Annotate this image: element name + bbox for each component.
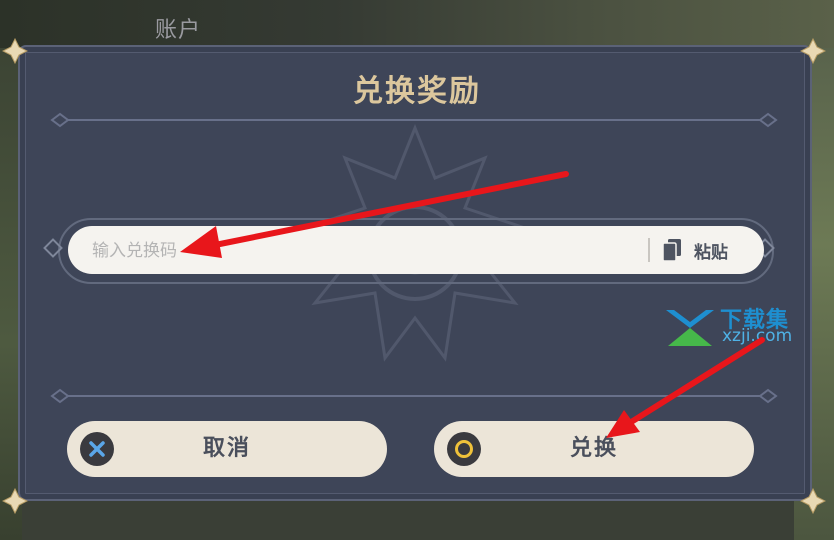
ornament-corner-icon (2, 38, 28, 64)
cancel-button[interactable]: 取消 (67, 421, 387, 477)
account-tab-label: 账户 (155, 18, 202, 43)
dialog-title: 兑换奖励 (353, 74, 481, 109)
clipboard-icon (662, 238, 682, 262)
code-input-container: 粘贴 (68, 226, 764, 274)
ornament-corner-icon (800, 488, 826, 514)
watermark-en: xzji.com (722, 326, 793, 346)
game-background-top (0, 0, 834, 48)
input-separator (648, 238, 650, 262)
ornament-corner-icon (800, 38, 826, 64)
buttons-divider (44, 388, 784, 404)
watermark-logo-icon (664, 306, 716, 348)
paste-label: 粘贴 (694, 242, 728, 263)
ornament-corner-icon (2, 488, 28, 514)
redeem-button[interactable]: 兑换 (434, 421, 754, 477)
redeem-label: 兑换 (569, 436, 618, 461)
redeem-code-input[interactable] (90, 237, 634, 265)
cancel-label: 取消 (202, 436, 251, 461)
paste-button[interactable]: 粘贴 (662, 232, 746, 268)
site-watermark: 下载集 xzji.com (664, 304, 814, 350)
